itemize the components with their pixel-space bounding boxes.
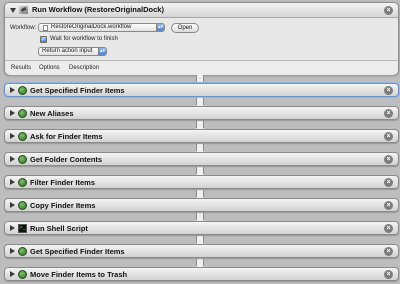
- close-icon[interactable]: ×: [384, 155, 393, 164]
- popup-arrows-icon: ▴▾: [98, 48, 106, 55]
- action-title: Ask for Finder Items: [30, 132, 103, 141]
- connector: [196, 236, 204, 247]
- action-title: Get Specified Finder Items: [30, 86, 125, 95]
- workflow-label: Workflow:: [10, 25, 37, 31]
- action-copy-finder-items[interactable]: Copy Finder Items ×: [4, 198, 399, 212]
- close-icon[interactable]: ×: [384, 6, 393, 15]
- disclosure-triangle-icon[interactable]: [10, 8, 16, 13]
- tab-results[interactable]: Results: [11, 64, 31, 72]
- close-icon[interactable]: ×: [384, 109, 393, 118]
- document-icon: [43, 25, 48, 31]
- finder-icon: [18, 247, 27, 256]
- finder-icon: [18, 270, 27, 279]
- disclosure-triangle-icon[interactable]: [10, 156, 15, 162]
- open-button[interactable]: Open: [171, 23, 199, 33]
- connector: [196, 121, 204, 132]
- workflow-canvas: Run Workflow (RestoreOriginalDock) × Wor…: [0, 0, 400, 284]
- finder-icon: [18, 132, 27, 141]
- disclosure-triangle-icon[interactable]: [10, 110, 15, 116]
- workflow-popup[interactable]: RestoreOriginalDock.workflow ▴▾: [38, 23, 165, 32]
- action-title: Filter Finder Items: [30, 178, 96, 187]
- connector: [196, 213, 204, 224]
- close-icon[interactable]: ×: [384, 178, 393, 187]
- run-workflow-title: Run Workflow (RestoreOriginalDock): [32, 5, 164, 14]
- disclosure-triangle-icon[interactable]: [10, 248, 15, 254]
- action-title: Get Specified Finder Items: [30, 247, 125, 256]
- disclosure-triangle-icon[interactable]: [10, 133, 15, 139]
- close-icon[interactable]: ×: [384, 247, 393, 256]
- run-workflow-header[interactable]: Run Workflow (RestoreOriginalDock) ×: [5, 3, 398, 18]
- workflow-popup-value: RestoreOriginalDock.workflow: [51, 24, 132, 30]
- run-workflow-action[interactable]: Run Workflow (RestoreOriginalDock) × Wor…: [4, 2, 399, 75]
- close-icon[interactable]: ×: [384, 270, 393, 279]
- close-icon[interactable]: ×: [384, 132, 393, 141]
- output-popup-value: Return action input: [42, 48, 93, 54]
- close-icon[interactable]: ×: [384, 86, 393, 95]
- finder-icon: [18, 155, 27, 164]
- action-title: Get Folder Contents: [30, 155, 103, 164]
- connector: [196, 75, 204, 86]
- finder-icon: [18, 86, 27, 95]
- disclosure-triangle-icon[interactable]: [10, 202, 15, 208]
- output-popup[interactable]: Return action input ▴▾: [38, 47, 107, 56]
- action-title: New Aliases: [30, 109, 74, 118]
- close-icon[interactable]: ×: [384, 224, 393, 233]
- tab-description[interactable]: Description: [69, 64, 99, 72]
- finder-icon: [18, 178, 27, 187]
- terminal-icon: >_: [18, 224, 27, 233]
- action-new-aliases[interactable]: New Aliases ×: [4, 106, 399, 120]
- action-run-shell-script[interactable]: >_ Run Shell Script ×: [4, 221, 399, 235]
- connector: [196, 259, 204, 270]
- finder-icon: [18, 201, 27, 210]
- wait-label: Wait for workflow to finish: [50, 36, 118, 42]
- action-title: Move Finder Items to Trash: [30, 270, 128, 279]
- action-title: Run Shell Script: [30, 224, 88, 233]
- connector: [196, 98, 204, 109]
- action-get-specified-finder-items[interactable]: Get Specified Finder Items ×: [4, 83, 399, 97]
- disclosure-triangle-icon[interactable]: [10, 225, 15, 231]
- connector: [196, 167, 204, 178]
- disclosure-triangle-icon[interactable]: [10, 87, 15, 93]
- action-move-finder-items-to-trash[interactable]: Move Finder Items to Trash ×: [4, 267, 399, 281]
- action-title: Copy Finder Items: [30, 201, 96, 210]
- disclosure-triangle-icon[interactable]: [10, 179, 15, 185]
- close-icon[interactable]: ×: [384, 201, 393, 210]
- popup-arrows-icon: ▴▾: [156, 24, 164, 31]
- tab-options[interactable]: Options: [39, 64, 60, 72]
- wait-checkbox[interactable]: ✓: [40, 36, 47, 43]
- action-get-folder-contents[interactable]: Get Folder Contents ×: [4, 152, 399, 166]
- automator-workflow-icon: [19, 6, 28, 14]
- finder-icon: [18, 109, 27, 118]
- action-ask-for-finder-items[interactable]: Ask for Finder Items ×: [4, 129, 399, 143]
- run-workflow-footer: Results Options Description: [5, 60, 398, 75]
- action-filter-finder-items[interactable]: Filter Finder Items ×: [4, 175, 399, 189]
- connector: [196, 190, 204, 201]
- run-workflow-body: Workflow: RestoreOriginalDock.workflow ▴…: [5, 18, 398, 60]
- connector: [196, 144, 204, 155]
- action-get-specified-finder-items-2[interactable]: Get Specified Finder Items ×: [4, 244, 399, 258]
- disclosure-triangle-icon[interactable]: [10, 271, 15, 277]
